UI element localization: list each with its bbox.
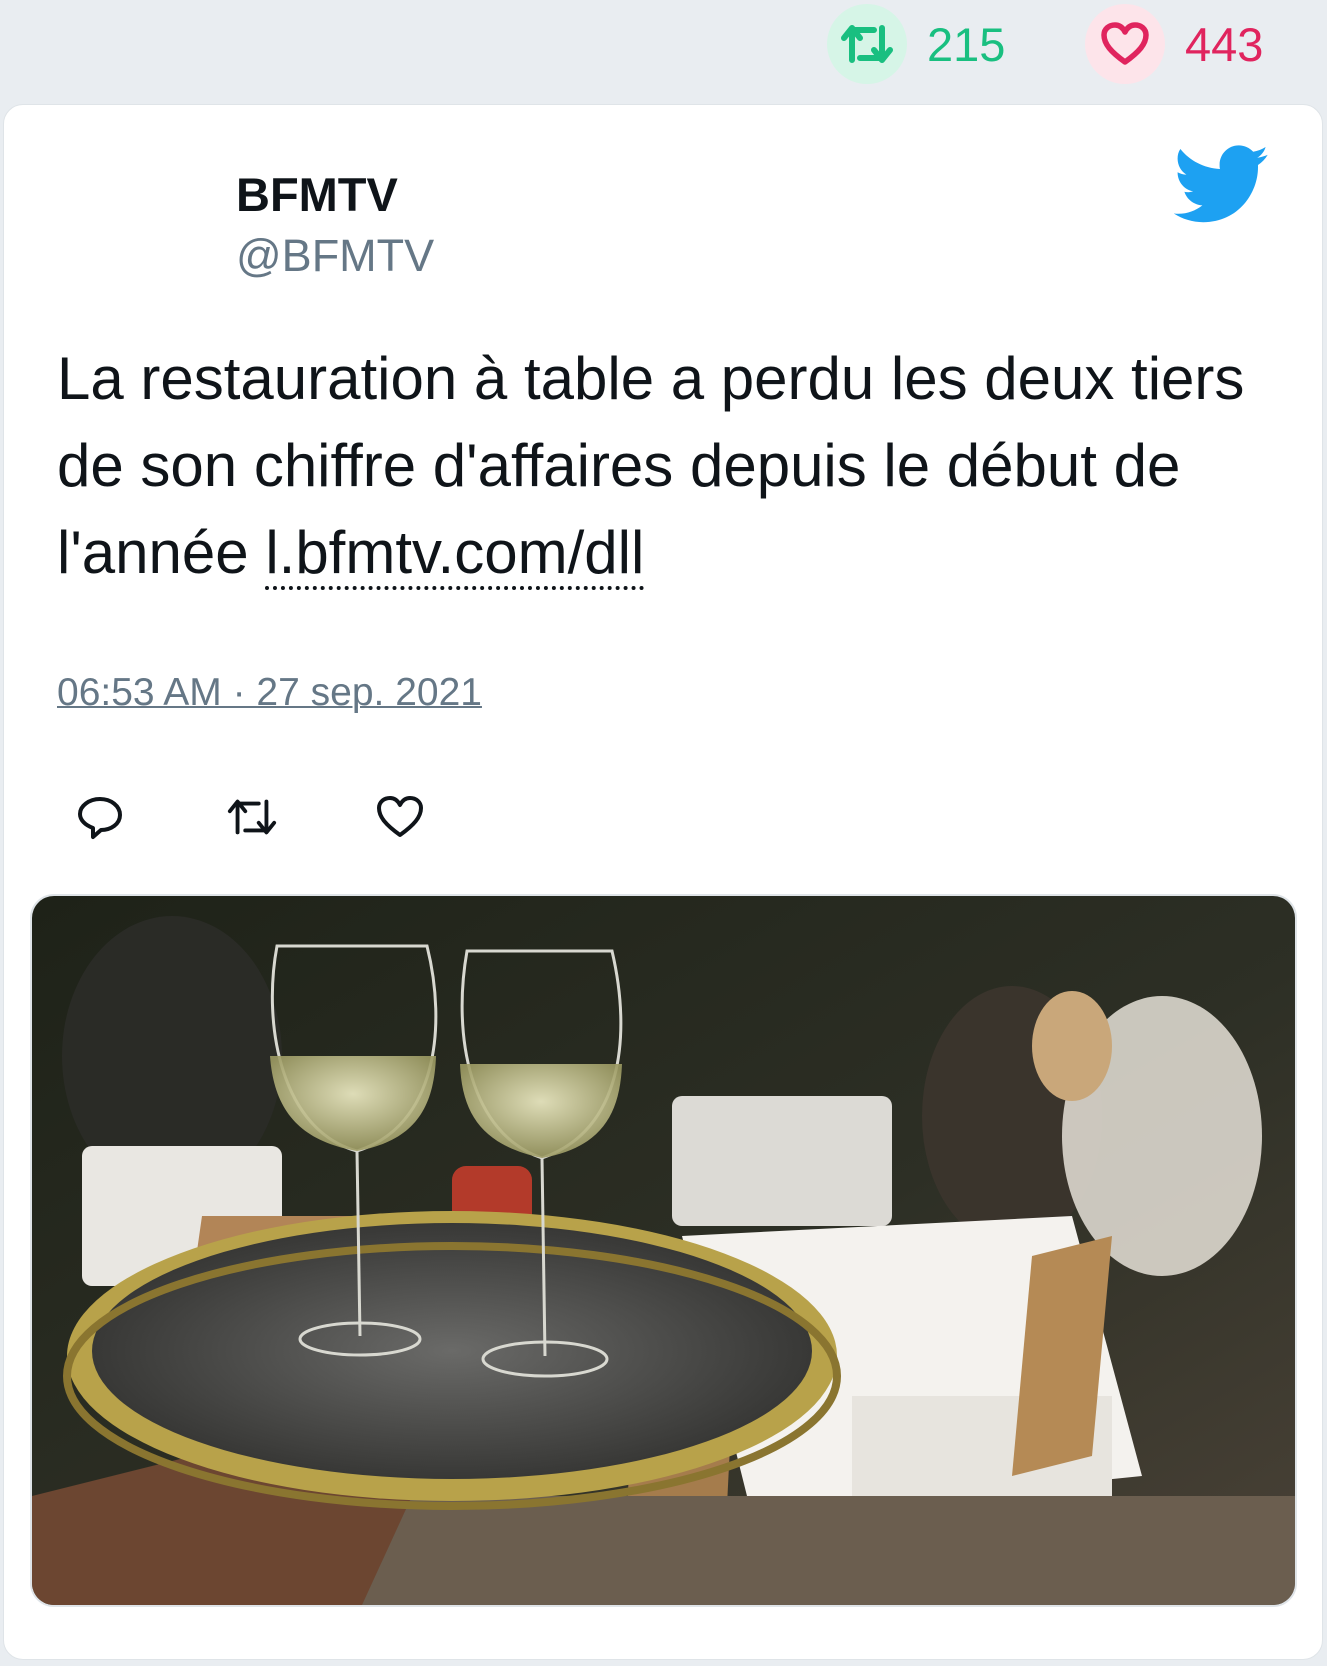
tweet-media-image[interactable] [30,894,1297,1607]
heart-icon [1085,4,1165,84]
retweet-stat[interactable]: 215 [827,4,1005,84]
retweet-button[interactable] [226,791,278,843]
tweet-timestamp[interactable]: 06:53 AM · 27 sep. 2021 [57,671,482,715]
like-button[interactable] [374,791,426,843]
tweet-body: La restauration à table a perdu les deux… [57,345,1245,586]
retweet-icon [227,799,277,835]
tweet-text: La restauration à table a perdu les deux… [57,335,1277,596]
like-stat[interactable]: 443 [1085,4,1263,84]
author-name[interactable]: BFMTV [236,167,398,222]
tweet-card[interactable]: BFMTV @BFMTV La restauration à table a p… [3,104,1323,1660]
retweet-count: 215 [927,17,1006,71]
twitter-bird-icon [1174,145,1269,223]
reply-button[interactable] [74,791,126,843]
retweet-icon [827,4,907,84]
restaurant-photo [32,896,1295,1605]
engagement-stats: 215 443 [0,0,1327,100]
reply-icon [78,797,122,839]
like-count: 443 [1185,17,1264,71]
tweet-actions [74,791,526,843]
heart-icon [377,796,423,837]
author-handle[interactable]: @BFMTV [236,230,434,282]
tweet-link[interactable]: l.bfmtv.com/dll [265,519,645,590]
